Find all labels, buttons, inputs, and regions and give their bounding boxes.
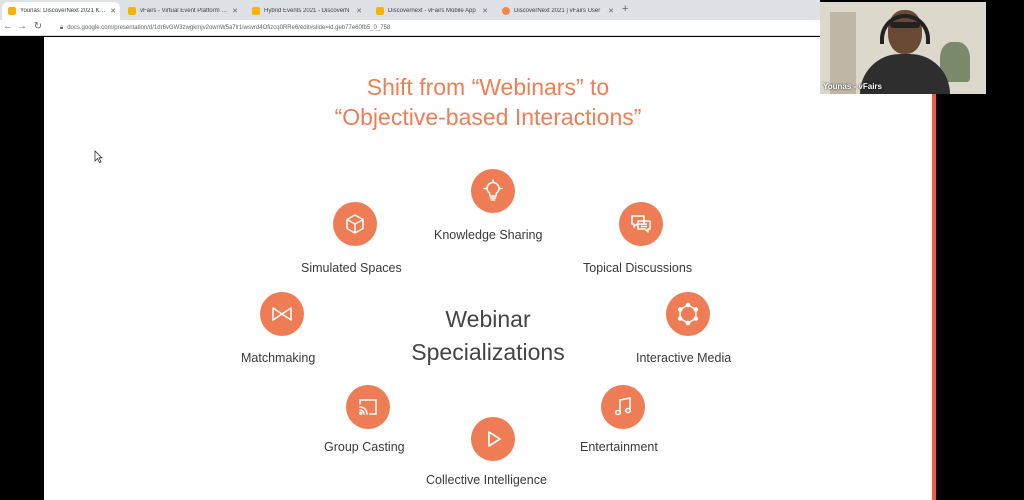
browser-toolbar: ← → ↻ 🔒︎ docs.google.com/presentation/d/… bbox=[0, 20, 820, 36]
vfairs-icon bbox=[502, 7, 510, 15]
topical-discussions-circle bbox=[619, 202, 663, 246]
webcam-feed: Younas - vFairs bbox=[820, 2, 986, 94]
slides-icon bbox=[252, 7, 260, 15]
group-casting-circle bbox=[346, 385, 390, 429]
new-tab-button[interactable]: + bbox=[622, 3, 628, 15]
simulated-spaces-label: Simulated Spaces bbox=[301, 261, 402, 275]
close-icon[interactable]: ✕ bbox=[110, 7, 116, 15]
matchmaking-circle bbox=[260, 292, 304, 336]
play-icon bbox=[488, 431, 501, 447]
forward-arrow-icon[interactable]: → bbox=[16, 21, 28, 32]
slides-icon bbox=[376, 7, 384, 15]
bowtie-icon bbox=[272, 307, 292, 321]
tab-label: DiscoverNext 2021 | vFairs User bbox=[514, 8, 601, 14]
close-icon[interactable]: ✕ bbox=[232, 7, 238, 15]
participant-name: Younas - vFairs bbox=[823, 82, 882, 91]
slide-title-line-1: Shift from “Webinars” to bbox=[366, 74, 610, 100]
tab-2[interactable]: Hybrid Events 2021 - DiscoverN ✕ bbox=[246, 2, 366, 20]
tab-bar: Younas: DiscoverNext 2021 Keyn ✕ vFairs … bbox=[0, 0, 820, 20]
collective-intelligence-circle bbox=[471, 417, 515, 461]
entertainment-circle bbox=[601, 385, 645, 429]
slide-accent-bar bbox=[932, 94, 936, 500]
knowledge-sharing-circle bbox=[471, 169, 515, 213]
matchmaking-label: Matchmaking bbox=[241, 351, 316, 365]
group-casting-label: Group Casting bbox=[324, 440, 405, 454]
slides-icon bbox=[8, 7, 16, 15]
tab-4[interactable]: DiscoverNext 2021 | vFairs User ✕ bbox=[496, 2, 618, 20]
lock-icon: 🔒︎ bbox=[60, 24, 64, 31]
back-arrow-icon[interactable]: ← bbox=[2, 21, 14, 32]
cube-icon bbox=[346, 214, 364, 234]
tab-0[interactable]: Younas: DiscoverNext 2021 Keyn ✕ bbox=[2, 2, 120, 20]
interactive-media-label: Interactive Media bbox=[636, 351, 732, 365]
tab-1[interactable]: vFairs - Virtual Event Platform Fo ✕ bbox=[122, 2, 242, 20]
reload-icon[interactable]: ↻ bbox=[32, 21, 44, 32]
chat-bubbles-icon bbox=[631, 215, 651, 233]
center-title-line-1: Webinar bbox=[445, 306, 531, 332]
slide-title-line-2: “Objective-based Interactions” bbox=[334, 104, 642, 130]
music-note-icon bbox=[614, 397, 632, 416]
screen: Younas: DiscoverNext 2021 Keyn ✕ vFairs … bbox=[0, 0, 1024, 500]
tab-label: Hybrid Events 2021 - DiscoverN bbox=[264, 8, 350, 14]
tab-3[interactable]: Discovernext - vFairs Mobile App ✕ bbox=[370, 2, 492, 20]
close-icon[interactable]: ✕ bbox=[608, 7, 614, 15]
center-title-line-2: Specializations bbox=[411, 339, 565, 365]
address-bar[interactable]: 🔒︎ docs.google.com/presentation/d/1dr6vG… bbox=[60, 22, 815, 34]
close-icon[interactable]: ✕ bbox=[356, 7, 362, 15]
close-icon[interactable]: ✕ bbox=[482, 7, 488, 15]
tab-label: vFairs - Virtual Event Platform Fo bbox=[140, 8, 229, 14]
slide-canvas: Shift from “Webinars” to “Objective-base… bbox=[44, 37, 932, 500]
interactive-media-circle bbox=[666, 292, 710, 336]
simulated-spaces-circle bbox=[333, 202, 377, 246]
entertainment-label: Entertainment bbox=[580, 440, 658, 454]
lightbulb-icon bbox=[483, 179, 503, 201]
collective-intelligence-label: Collective Intelligence bbox=[426, 473, 547, 487]
tab-label: Discovernext - vFairs Mobile App bbox=[388, 8, 476, 14]
topical-discussions-label: Topical Discussions bbox=[583, 261, 693, 275]
slides-icon bbox=[128, 7, 136, 15]
tab-label: Younas: DiscoverNext 2021 Keyn bbox=[20, 8, 107, 14]
url-text: docs.google.com/presentation/d/1dr6vGW3z… bbox=[67, 25, 391, 31]
network-hexagon-icon bbox=[677, 302, 699, 326]
mouse-cursor-icon bbox=[94, 150, 103, 163]
knowledge-sharing-label: Knowledge Sharing bbox=[434, 228, 543, 242]
cast-icon bbox=[359, 399, 377, 415]
